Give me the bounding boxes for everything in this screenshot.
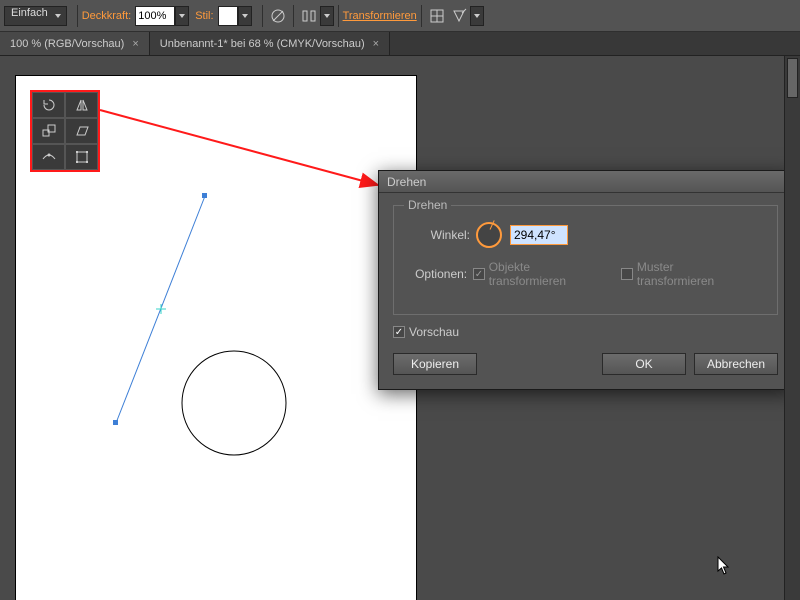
- style-dropdown[interactable]: [238, 6, 252, 26]
- shear-tool[interactable]: [65, 118, 98, 144]
- cancel-button[interactable]: Abbrechen: [694, 353, 778, 375]
- rotate-group: Drehen Winkel: Optionen: Objekte transfo…: [393, 205, 778, 315]
- clip-mask-icon[interactable]: [448, 5, 470, 27]
- opacity-panel-icon[interactable]: [267, 5, 289, 27]
- angle-input[interactable]: [510, 225, 568, 245]
- opacity-label: Deckkraft:: [82, 10, 132, 22]
- tab-label: Unbenannt-1* bei 68 % (CMYK/Vorschau): [160, 38, 365, 50]
- dialog-titlebar[interactable]: Drehen: [379, 171, 792, 193]
- tab-label: 100 % (RGB/Vorschau): [10, 38, 124, 50]
- group-legend: Drehen: [404, 198, 451, 212]
- extra-dropdown[interactable]: [470, 6, 484, 26]
- transform-patterns-label: Muster transformieren: [637, 260, 749, 288]
- rotate-tool[interactable]: [32, 92, 65, 118]
- divider: [293, 5, 294, 27]
- opacity-input[interactable]: [135, 6, 175, 26]
- vertical-scrollbar[interactable]: [784, 56, 800, 600]
- transform-patterns-checkbox: [621, 268, 633, 280]
- copy-button[interactable]: Kopieren: [393, 353, 477, 375]
- document-tab[interactable]: 100 % (RGB/Vorschau) ×: [0, 32, 150, 55]
- reflect-tool[interactable]: [65, 92, 98, 118]
- divider: [421, 5, 422, 27]
- close-icon[interactable]: ×: [132, 38, 138, 50]
- scrollbar-thumb[interactable]: [787, 58, 798, 98]
- ok-button[interactable]: OK: [602, 353, 686, 375]
- close-icon[interactable]: ×: [373, 38, 379, 50]
- transform-objects-checkbox: [473, 268, 485, 280]
- free-transform-tool[interactable]: [65, 144, 98, 170]
- divider: [338, 5, 339, 27]
- divider: [77, 5, 78, 27]
- transform-link[interactable]: Transformieren: [343, 10, 417, 22]
- options-bar: Einfach Deckkraft: Stil: Transformieren: [0, 0, 800, 32]
- rotate-dialog: Drehen Drehen Winkel: Optionen: Objekte …: [378, 170, 793, 390]
- stroke-style-dropdown[interactable]: Einfach: [4, 6, 67, 26]
- reshape-tool[interactable]: [32, 144, 65, 170]
- align-dropdown[interactable]: [320, 6, 334, 26]
- dialog-title: Drehen: [387, 175, 426, 189]
- divider: [262, 5, 263, 27]
- align-panel-icon[interactable]: [298, 5, 320, 27]
- opacity-stepper[interactable]: [175, 6, 189, 26]
- transform-objects-label: Objekte transformieren: [489, 260, 606, 288]
- document-tab[interactable]: Unbenannt-1* bei 68 % (CMYK/Vorschau) ×: [150, 32, 390, 55]
- scale-tool[interactable]: [32, 118, 65, 144]
- document-tab-bar: 100 % (RGB/Vorschau) × Unbenannt-1* bei …: [0, 32, 800, 56]
- transform-tools-flyout: [30, 90, 100, 172]
- style-label: Stil:: [195, 10, 213, 22]
- options-label: Optionen:: [406, 267, 467, 281]
- angle-knob[interactable]: [476, 222, 502, 248]
- angle-label: Winkel:: [406, 228, 470, 242]
- preview-label: Vorschau: [409, 325, 459, 339]
- style-swatch[interactable]: [218, 6, 238, 26]
- preview-checkbox[interactable]: [393, 326, 405, 338]
- isolate-icon[interactable]: [426, 5, 448, 27]
